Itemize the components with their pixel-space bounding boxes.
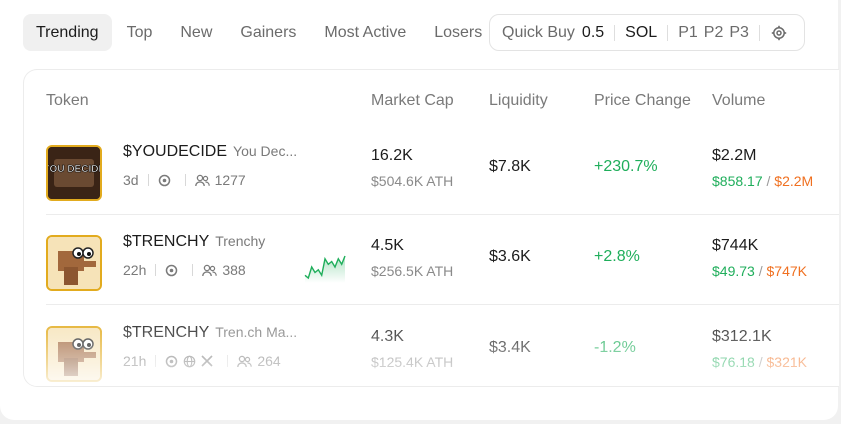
divider: [614, 24, 616, 41]
token-name: You Dec...: [233, 143, 298, 159]
divider: [155, 355, 157, 367]
holder-count: 388: [222, 262, 246, 278]
market-cap: 4.5K: [371, 237, 404, 254]
divider: [184, 174, 186, 186]
tab-losers[interactable]: Losers: [421, 14, 495, 51]
divider: [227, 355, 229, 367]
market-cap: 16.2K: [371, 147, 413, 164]
users-icon: [237, 355, 253, 368]
users-icon: [202, 264, 218, 277]
liquidity: $3.4K: [489, 339, 531, 356]
token-symbol-text: $TRENCHY: [123, 233, 210, 250]
liquidity: $3.6K: [489, 248, 531, 265]
market-cap: 4.3K: [371, 328, 404, 345]
price-sparkline: [304, 255, 346, 283]
token-avatar: [46, 326, 102, 382]
tab-trending[interactable]: Trending: [23, 14, 112, 51]
buy-sell-volume: $49.73 / $747K: [712, 263, 807, 279]
token-symbol-text: $TRENCHY: [123, 324, 210, 341]
divider: [147, 174, 149, 186]
quick-buy-bar: Quick Buy 0.5 SOL P1 P2 P3: [489, 14, 805, 51]
buy-volume: $49.73: [712, 263, 755, 279]
token-panel: Trending Top New Gainers Most Active Los…: [0, 0, 839, 420]
divider: [758, 24, 760, 41]
buy-volume: $858.17: [712, 173, 763, 189]
buy-volume: $76.18: [712, 354, 755, 370]
buy-sell-volume: $858.17 / $2.2M: [712, 173, 813, 189]
price-change: +230.7%: [594, 158, 658, 175]
price-change: -1.2%: [594, 339, 636, 356]
token-meta: 22h 388: [123, 262, 246, 278]
token-name: Tren.ch Ma...: [215, 324, 298, 340]
table-row[interactable]: $TRENCHY Trenchy 22h 388 4.5K $256.5K AT…: [24, 215, 839, 305]
table-row[interactable]: $TRENCHY Tren.ch Ma... 21h 264 4.3K $125…: [24, 306, 839, 386]
tab-most-active[interactable]: Most Active: [311, 14, 419, 51]
token-avatar: YOU DECIDE: [46, 145, 102, 201]
ath-market-cap: $256.5K ATH: [371, 263, 454, 279]
slash-separator: /: [762, 173, 775, 189]
slash-separator: /: [754, 263, 767, 279]
holder-count: 264: [257, 353, 281, 369]
ath-market-cap: $125.4K ATH: [371, 354, 454, 370]
token-name: Trenchy: [215, 233, 266, 249]
tab-gainers[interactable]: Gainers: [227, 14, 309, 51]
token-symbol[interactable]: $TRENCHY Trenchy: [123, 233, 265, 251]
holder-count: 1277: [214, 172, 246, 188]
liquidity: $7.8K: [489, 158, 531, 175]
pump-icon[interactable]: [165, 264, 178, 277]
token-symbol[interactable]: $TRENCHY Tren.ch Ma...: [123, 324, 297, 342]
token-age: 22h: [123, 262, 147, 278]
preset-p1-button[interactable]: P1: [678, 24, 698, 42]
users-icon: [194, 174, 210, 187]
sell-volume: $321K: [766, 354, 807, 370]
table-row[interactable]: YOU DECIDE $YOUDECIDEYou Dec... 3d 1277 …: [24, 125, 839, 215]
currency-selector[interactable]: SOL: [625, 24, 657, 42]
page: Trending Top New Gainers Most Active Los…: [0, 0, 841, 424]
divider: [192, 264, 194, 276]
sell-volume: $747K: [766, 263, 807, 279]
filter-tabs: Trending Top New Gainers Most Active Los…: [23, 14, 497, 51]
row-divider: [46, 304, 839, 305]
token-symbol[interactable]: $YOUDECIDE You Dec...: [123, 143, 297, 161]
token-symbol-text: $YOUDECIDE: [123, 143, 228, 160]
header-market-cap[interactable]: Market Cap: [371, 92, 454, 110]
volume: $744K: [712, 237, 759, 254]
globe-icon[interactable]: [183, 355, 196, 368]
preset-p3-button[interactable]: P3: [729, 24, 749, 42]
quick-buy-amount-input[interactable]: 0.5: [582, 24, 604, 42]
divider: [155, 264, 157, 276]
preset-p2-button[interactable]: P2: [704, 24, 724, 42]
token-table: Token Market Cap Liquidity Price Change …: [23, 69, 839, 387]
header-token: Token: [46, 92, 89, 109]
token-age: 3d: [123, 172, 139, 188]
token-age: 21h: [123, 353, 147, 369]
slash-separator: /: [754, 354, 767, 370]
token-meta: 21h 264: [123, 353, 281, 369]
header-price-change[interactable]: Price Change: [594, 92, 691, 110]
avatar-text: YOU DECIDE: [48, 164, 100, 175]
pump-icon[interactable]: [158, 174, 171, 187]
price-change: +2.8%: [594, 248, 640, 265]
pump-icon[interactable]: [165, 355, 178, 368]
tab-new[interactable]: New: [167, 14, 225, 51]
gear-icon[interactable]: [770, 24, 788, 42]
buy-sell-volume: $76.18 / $321K: [712, 354, 807, 370]
volume: $2.2M: [712, 147, 757, 164]
divider: [667, 24, 669, 41]
header-volume[interactable]: Volume: [712, 92, 765, 110]
token-meta: 3d 1277: [123, 172, 246, 188]
x-icon[interactable]: [201, 355, 213, 367]
sell-volume: $2.2M: [774, 173, 814, 189]
token-avatar: [46, 235, 102, 291]
volume: $312.1K: [712, 328, 772, 345]
quick-buy-label: Quick Buy: [502, 23, 575, 41]
tab-top[interactable]: Top: [114, 14, 166, 51]
header-liquidity[interactable]: Liquidity: [489, 92, 548, 110]
ath-market-cap: $504.6K ATH: [371, 173, 454, 189]
